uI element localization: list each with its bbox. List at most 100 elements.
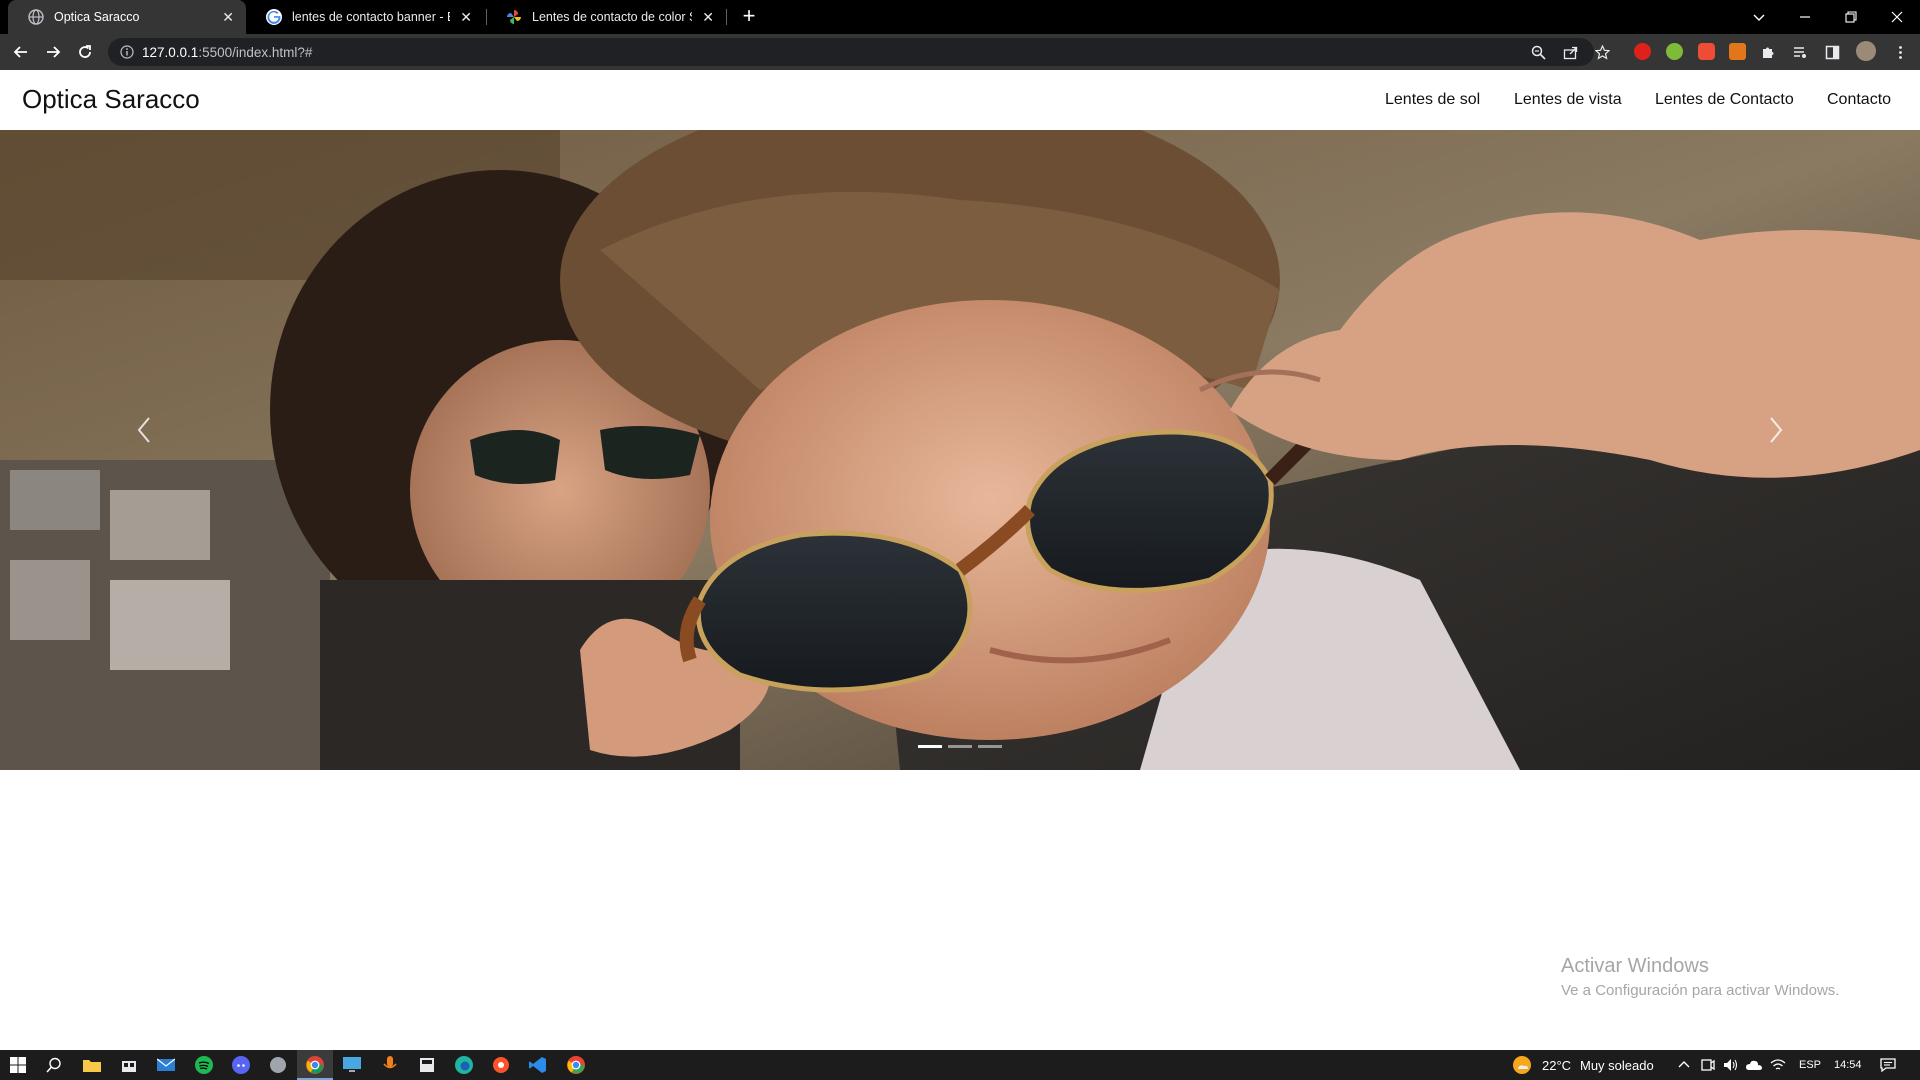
calculator-app-icon[interactable]	[417, 1055, 437, 1075]
tab-lentes-contacto-banner[interactable]: lentes de contacto banner - Búsq ✕	[246, 0, 484, 34]
carousel-indicator[interactable]	[918, 745, 942, 748]
puzzle-icon	[1762, 47, 1773, 58]
microphone-app-icon[interactable]	[380, 1055, 400, 1075]
notification-center-icon[interactable]	[1878, 1055, 1898, 1075]
browser-tab-strip: Optica Saracco ✕ lentes de contacto bann…	[0, 0, 1920, 34]
extensions-button[interactable]	[1758, 42, 1778, 62]
windows-logo-icon	[10, 1057, 26, 1073]
nav-link-lentes-de-sol[interactable]: Lentes de sol	[1385, 91, 1480, 109]
reload-button[interactable]	[72, 39, 98, 65]
file-explorer-icon[interactable]	[82, 1055, 102, 1075]
carousel-next-button[interactable]	[1756, 405, 1796, 455]
nav-link-lentes-de-contacto[interactable]: Lentes de Contacto	[1655, 91, 1794, 109]
onedrive-cloud-icon[interactable]	[1744, 1055, 1764, 1075]
tab-optica-saracco[interactable]: Optica Saracco ✕	[8, 0, 246, 34]
minimize-button[interactable]	[1782, 0, 1828, 34]
nav-link-lentes-de-vista[interactable]: Lentes de vista	[1514, 91, 1622, 109]
new-tab-button[interactable]: +	[736, 4, 762, 30]
close-tab-icon[interactable]: ✕	[222, 9, 234, 26]
web-page: Optica Saracco Lentes de sol Lentes de v…	[0, 70, 1920, 1050]
clock-time[interactable]: 14:54	[1834, 1059, 1862, 1071]
tab-search-button[interactable]	[1736, 0, 1782, 34]
wifi-icon[interactable]	[1768, 1055, 1788, 1075]
media-queue-icon	[1793, 46, 1806, 58]
hero-photo-couple-sunglasses	[0, 130, 1920, 770]
close-tab-icon[interactable]: ✕	[460, 9, 472, 26]
restore-icon	[1845, 11, 1857, 23]
weather-sun-icon[interactable]	[1512, 1055, 1532, 1075]
start-button[interactable]	[8, 1055, 28, 1075]
zoom-icon	[1531, 45, 1546, 60]
vscode-icon[interactable]	[528, 1055, 548, 1075]
watermark-title: Activar Windows	[1561, 955, 1709, 977]
nav-link-contacto[interactable]: Contacto	[1827, 91, 1891, 109]
input-language[interactable]: ESP	[1799, 1059, 1821, 1071]
zoom-button[interactable]	[1528, 42, 1548, 62]
address-bar[interactable]: 127.0.0.1:5500/index.html?#	[108, 38, 1594, 66]
spotify-icon[interactable]	[194, 1055, 214, 1075]
info-icon[interactable]	[120, 45, 134, 59]
arrow-right-icon	[47, 46, 61, 58]
metamask-fox-icon[interactable]	[1729, 43, 1746, 60]
reload-icon	[79, 45, 91, 58]
search-icon	[46, 1057, 61, 1073]
side-panel-icon	[1825, 45, 1839, 59]
pinwheel-icon	[506, 9, 522, 25]
carousel-prev-button[interactable]	[124, 405, 164, 455]
minimize-icon	[1800, 16, 1810, 18]
chevron-right-icon	[1770, 417, 1783, 443]
carousel-indicator[interactable]	[978, 745, 1002, 748]
share-icon	[1563, 46, 1577, 59]
weather-desc[interactable]: Muy soleado	[1580, 1058, 1654, 1073]
media-button[interactable]	[1790, 42, 1810, 62]
browser-toolbar: 127.0.0.1:5500/index.html?#	[0, 34, 1920, 70]
brave-icon[interactable]	[491, 1055, 511, 1075]
chrome-menu-button[interactable]	[1890, 42, 1910, 62]
remote-desktop-icon[interactable]	[342, 1055, 362, 1075]
volume-icon[interactable]	[1720, 1055, 1740, 1075]
chrome-canary-icon[interactable]	[566, 1055, 586, 1075]
hero-carousel	[0, 130, 1920, 770]
chrome-icon[interactable]	[305, 1055, 325, 1075]
forward-button[interactable]	[40, 39, 66, 65]
carousel-indicator[interactable]	[948, 745, 972, 748]
restore-button[interactable]	[1828, 0, 1874, 34]
side-panel-button[interactable]	[1822, 42, 1842, 62]
discord-icon[interactable]	[231, 1055, 251, 1075]
more-vertical-icon	[1898, 45, 1902, 59]
tab-title: Lentes de contacto de color Solo	[532, 10, 692, 24]
meet-now-icon[interactable]	[1698, 1055, 1718, 1075]
url-path: :5500/index.html?#	[198, 44, 313, 60]
tab-lentes-contacto-color[interactable]: Lentes de contacto de color Solo ✕	[486, 0, 726, 34]
watermark-subtitle: Ve a Configuración para activar Windows.	[1561, 982, 1840, 999]
globe-icon	[28, 9, 44, 25]
back-button[interactable]	[8, 39, 34, 65]
profile-avatar[interactable]	[1856, 41, 1876, 61]
extension-icon[interactable]	[1698, 43, 1715, 60]
edge-icon[interactable]	[454, 1055, 474, 1075]
bookmark-button[interactable]	[1592, 42, 1612, 62]
close-icon	[1891, 11, 1903, 23]
site-navbar: Optica Saracco Lentes de sol Lentes de v…	[0, 70, 1920, 130]
site-brand[interactable]: Optica Saracco	[22, 84, 200, 115]
chevron-up-icon[interactable]	[1674, 1055, 1694, 1075]
close-tab-icon[interactable]: ✕	[702, 9, 714, 26]
carousel-indicators	[918, 745, 1002, 748]
game-app-icon[interactable]	[268, 1055, 288, 1075]
chevron-down-icon	[1753, 14, 1765, 21]
google-icon	[266, 9, 282, 25]
weather-temp[interactable]: 22°C	[1542, 1058, 1571, 1073]
tab-title: Optica Saracco	[54, 10, 140, 24]
search-button[interactable]	[44, 1055, 64, 1075]
tab-separator	[726, 9, 727, 25]
store-icon[interactable]	[119, 1055, 139, 1075]
share-button[interactable]	[1560, 42, 1580, 62]
extension-play-icon[interactable]	[1666, 43, 1683, 60]
tab-title: lentes de contacto banner - Búsq	[292, 10, 450, 24]
arrow-left-icon	[13, 46, 27, 58]
url-host: 127.0.0.1	[142, 44, 199, 60]
star-icon	[1594, 44, 1610, 60]
mail-icon[interactable]	[156, 1055, 176, 1075]
extension-icon[interactable]	[1634, 43, 1651, 60]
close-window-button[interactable]	[1874, 0, 1920, 34]
